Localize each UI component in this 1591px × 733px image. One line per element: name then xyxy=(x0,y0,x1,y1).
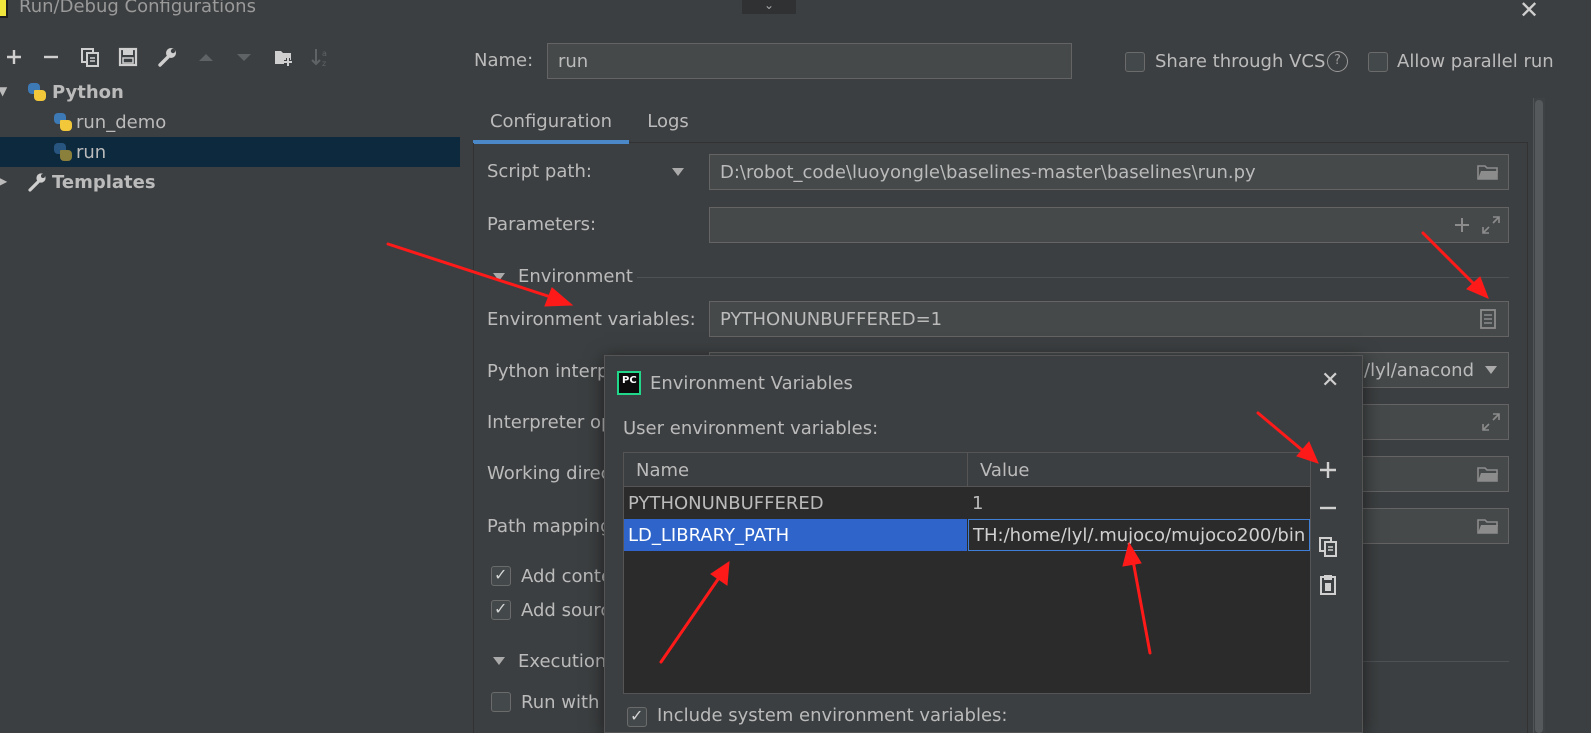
tab-logs[interactable]: Logs xyxy=(633,100,703,143)
expand-right-icon[interactable]: ▶ xyxy=(0,174,7,188)
paste-icon[interactable] xyxy=(1317,573,1339,599)
script-type-dropdown-icon[interactable] xyxy=(672,168,684,176)
add-macro-icon[interactable] xyxy=(1453,216,1471,234)
script-path-label: Script path: xyxy=(487,161,592,182)
add-content-roots-label: Add conte xyxy=(521,566,613,587)
tab-configuration[interactable]: Configuration xyxy=(473,100,629,144)
sort-icon[interactable]: az xyxy=(307,42,335,72)
title-bar: Run/Debug Configurations ⌄ ✕ xyxy=(0,0,1591,24)
window-close-icon[interactable]: ✕ xyxy=(1519,0,1539,24)
svg-text:z: z xyxy=(322,59,326,68)
include-system-env-label: Include system environment variables: xyxy=(657,705,1008,726)
run-with-console-checkbox[interactable] xyxy=(491,692,511,712)
wrench-icon xyxy=(28,173,46,192)
section-divider xyxy=(1363,661,1509,662)
python-icon xyxy=(53,142,73,162)
move-up-icon[interactable] xyxy=(192,42,220,72)
env-var-value[interactable]: 1 xyxy=(972,487,1306,519)
expand-icon[interactable] xyxy=(1481,215,1501,235)
expand-down-icon[interactable]: ▼ xyxy=(0,84,7,98)
folder-icon[interactable] xyxy=(1477,465,1499,483)
env-var-name[interactable]: PYTHONUNBUFFERED xyxy=(628,487,968,519)
share-vcs-label: Share through VCS xyxy=(1155,51,1326,72)
python-icon xyxy=(53,112,73,132)
table-row[interactable]: PYTHONUNBUFFERED 1 xyxy=(624,487,1310,519)
script-path-field[interactable]: D:\robot_code\luoyongle\baselines-master… xyxy=(709,154,1509,190)
execution-collapse-icon[interactable] xyxy=(493,657,505,665)
environment-variables-dialog: PC Environment Variables ✕ User environm… xyxy=(604,355,1363,733)
dialog-close-icon[interactable]: ✕ xyxy=(1321,368,1339,393)
copy-icon[interactable] xyxy=(76,42,104,72)
include-system-env-checkbox[interactable] xyxy=(627,706,647,727)
add-icon[interactable] xyxy=(0,42,28,72)
tab-bar: Configuration Logs xyxy=(473,100,1528,144)
path-mappings-label: Path mapping xyxy=(487,516,612,537)
copy-icon[interactable] xyxy=(1317,535,1339,561)
expand-icon[interactable] xyxy=(1481,412,1501,432)
env-var-name[interactable]: LD_LIBRARY_PATH xyxy=(624,519,967,551)
interpreter-options-label: Interpreter op xyxy=(487,412,613,433)
help-icon[interactable]: ? xyxy=(1327,51,1348,72)
allow-parallel-label: Allow parallel run xyxy=(1397,51,1554,72)
title-dropdown[interactable]: ⌄ xyxy=(742,0,796,14)
share-vcs-checkbox[interactable] xyxy=(1125,52,1145,72)
execution-section-title: Execution xyxy=(518,651,607,672)
new-folder-icon[interactable] xyxy=(270,42,298,72)
save-icon[interactable] xyxy=(114,42,142,72)
env-var-value-editor[interactable]: TH:/home/lyl/.mujoco/mujoco200/bin xyxy=(968,519,1310,551)
config-toolbar: az xyxy=(0,42,460,72)
tree-item-run[interactable]: run xyxy=(0,137,460,167)
table-header: Name Value xyxy=(624,453,1310,487)
remove-icon[interactable] xyxy=(1317,497,1339,523)
add-icon[interactable] xyxy=(1317,459,1339,485)
move-down-icon[interactable] xyxy=(230,42,258,72)
environment-collapse-icon[interactable] xyxy=(493,273,505,281)
env-vars-label: Environment variables: xyxy=(487,309,696,330)
parameters-label: Parameters: xyxy=(487,214,597,235)
script-path-value: D:\robot_code\luoyongle\baselines-master… xyxy=(720,161,1256,183)
column-header-name[interactable]: Name xyxy=(624,453,968,487)
table-row-selected[interactable]: LD_LIBRARY_PATH TH:/home/lyl/.mujoco/muj… xyxy=(624,519,1310,551)
tree-item-label: Templates xyxy=(52,171,156,193)
window-title: Run/Debug Configurations xyxy=(19,0,256,17)
interpreter-value: /lyl/anacond xyxy=(1364,359,1474,381)
wrench-icon[interactable] xyxy=(153,42,181,72)
interpreter-label: Python interp xyxy=(487,361,609,382)
tree-item-label: Python xyxy=(52,81,124,103)
run-with-label: Run with I xyxy=(521,692,611,713)
pycharm-icon: PC xyxy=(617,371,641,395)
env-vars-field[interactable]: PYTHONUNBUFFERED=1 xyxy=(709,301,1509,337)
remove-icon[interactable] xyxy=(37,42,65,72)
tree-item-label: run_demo xyxy=(76,111,167,133)
environment-section-title: Environment xyxy=(518,266,633,287)
working-dir-label: Working direc xyxy=(487,463,611,484)
env-vars-table: Name Value PYTHONUNBUFFERED 1 LD_LIBRARY… xyxy=(623,452,1311,694)
dialog-title: Environment Variables xyxy=(650,373,853,394)
interpreter-dropdown-icon[interactable] xyxy=(1485,366,1497,374)
add-source-roots-label: Add sourc xyxy=(521,600,611,621)
tree-item-templates[interactable]: ▶ Templates xyxy=(0,167,460,197)
tree-item-run-demo[interactable]: run_demo xyxy=(0,107,460,137)
section-divider xyxy=(637,277,1509,278)
scrollbar-thumb[interactable] xyxy=(1535,100,1543,733)
name-field[interactable]: run xyxy=(547,43,1072,79)
folder-icon[interactable] xyxy=(1477,517,1499,535)
add-source-roots-checkbox[interactable] xyxy=(491,599,511,620)
folder-icon[interactable] xyxy=(1477,163,1499,181)
name-label: Name: xyxy=(474,50,534,71)
pycharm-app-icon xyxy=(0,0,8,18)
user-env-vars-label: User environment variables: xyxy=(623,418,879,439)
edit-env-vars-icon[interactable] xyxy=(1478,308,1498,330)
parameters-field[interactable] xyxy=(709,207,1509,243)
allow-parallel-checkbox[interactable] xyxy=(1368,52,1388,72)
tree-item-python[interactable]: ▼ Python xyxy=(0,77,460,107)
tree-item-label: run xyxy=(76,141,107,163)
python-icon xyxy=(27,82,47,102)
add-content-roots-checkbox[interactable] xyxy=(491,565,511,586)
svg-text:a: a xyxy=(322,49,327,58)
column-header-value[interactable]: Value xyxy=(968,453,1310,487)
